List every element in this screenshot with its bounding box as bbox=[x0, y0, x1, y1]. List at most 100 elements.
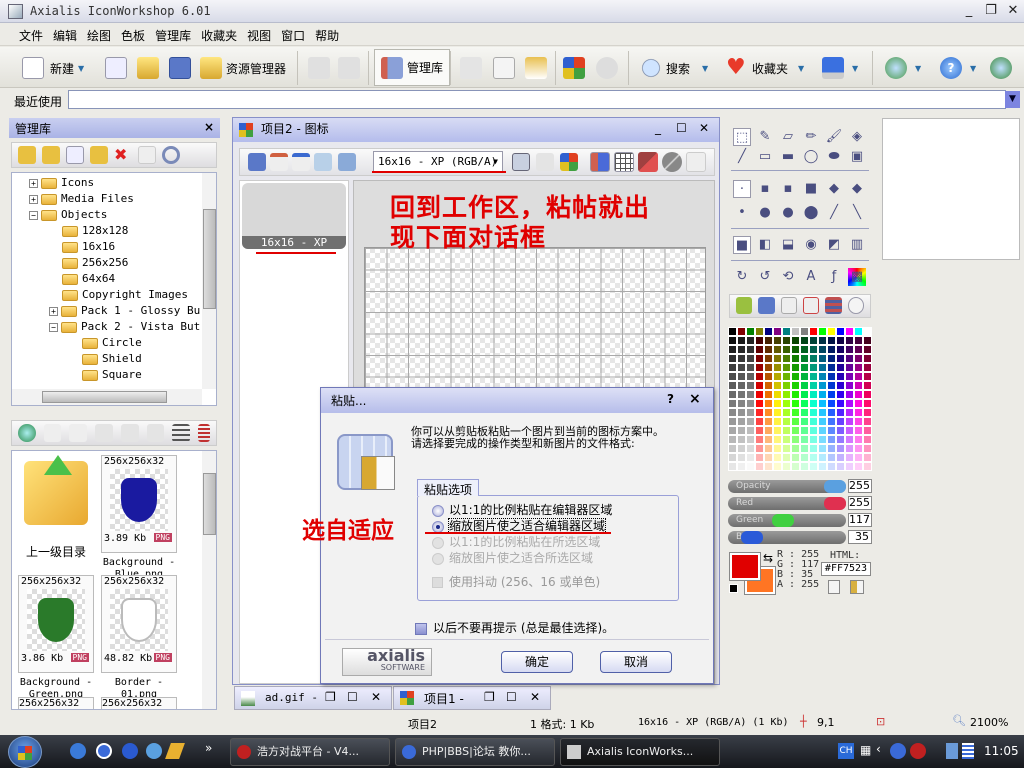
palette-swatch[interactable] bbox=[845, 354, 854, 363]
palette-swatch[interactable] bbox=[746, 345, 755, 354]
palette-swatch[interactable] bbox=[827, 390, 836, 399]
palette-swatch[interactable] bbox=[845, 363, 854, 372]
palette-swatch[interactable] bbox=[800, 462, 809, 471]
delete-palette-icon[interactable] bbox=[802, 297, 820, 314]
palette-swatch[interactable] bbox=[737, 327, 746, 336]
palette-swatch[interactable] bbox=[863, 354, 872, 363]
palette-swatch[interactable] bbox=[809, 381, 818, 390]
palette-swatch[interactable] bbox=[773, 426, 782, 435]
palette-swatch[interactable] bbox=[755, 345, 764, 354]
palette-swatch[interactable] bbox=[836, 408, 845, 417]
cut-button[interactable] bbox=[460, 55, 482, 81]
palette-swatch[interactable] bbox=[773, 444, 782, 453]
palette-swatch[interactable] bbox=[827, 354, 836, 363]
palette-swatch[interactable] bbox=[746, 327, 755, 336]
chevron-down-icon[interactable]: ▼ bbox=[915, 64, 921, 73]
palette-swatch[interactable] bbox=[863, 444, 872, 453]
minimized-doc-project1[interactable]: 项目1 - ❐ ☐ ✕ bbox=[393, 686, 551, 710]
palette-swatch[interactable] bbox=[746, 354, 755, 363]
palette-swatch[interactable] bbox=[863, 462, 872, 471]
palette-swatch[interactable] bbox=[809, 327, 818, 336]
palette-swatch[interactable] bbox=[755, 336, 764, 345]
delete-icon[interactable]: ✖ bbox=[114, 146, 132, 164]
pencil-icon[interactable]: ✏ bbox=[802, 128, 820, 146]
details-view-icon[interactable] bbox=[198, 424, 210, 442]
palette-swatch[interactable] bbox=[863, 435, 872, 444]
palette-swatch[interactable] bbox=[737, 381, 746, 390]
gradient-h-icon[interactable]: ◧ bbox=[756, 236, 774, 254]
brush-size-1-icon[interactable]: · bbox=[733, 180, 751, 198]
minimized-doc-ad[interactable]: ad.gif - ❐ ☐ ✕ bbox=[234, 686, 392, 710]
green-slider[interactable]: Green bbox=[728, 514, 846, 527]
palette-swatch[interactable] bbox=[782, 453, 791, 462]
palette-swatch[interactable] bbox=[764, 381, 773, 390]
keyboard-icon[interactable]: ▦ bbox=[860, 743, 871, 757]
palette-swatch[interactable] bbox=[764, 390, 773, 399]
transparency-icon[interactable] bbox=[662, 152, 682, 172]
palette-swatch[interactable] bbox=[854, 381, 863, 390]
palette-swatch[interactable] bbox=[800, 426, 809, 435]
palette-swatch[interactable] bbox=[827, 372, 836, 381]
browser-icon[interactable] bbox=[122, 743, 138, 759]
brush-size-4-icon[interactable]: ■ bbox=[802, 180, 820, 198]
recent-input[interactable] bbox=[68, 90, 1006, 109]
palette-swatch[interactable] bbox=[764, 426, 773, 435]
ie-icon[interactable] bbox=[70, 743, 86, 759]
blue-value[interactable]: 35 bbox=[848, 530, 872, 544]
palette-swatch[interactable] bbox=[746, 336, 755, 345]
palette-swatch[interactable] bbox=[809, 426, 818, 435]
palette-swatch[interactable] bbox=[827, 399, 836, 408]
palette-swatch[interactable] bbox=[845, 381, 854, 390]
palette-swatch[interactable] bbox=[728, 462, 737, 471]
palette-swatch[interactable] bbox=[728, 417, 737, 426]
gradient-diag-icon[interactable]: ◩ bbox=[825, 236, 843, 254]
palette-swatch[interactable] bbox=[773, 408, 782, 417]
red-value[interactable]: 255 bbox=[848, 496, 872, 510]
grid-icon[interactable] bbox=[614, 152, 634, 172]
tree-item[interactable]: + Pack 1 - Glossy Bu bbox=[12, 303, 202, 319]
maxthon-icon[interactable] bbox=[96, 743, 112, 759]
chevron-right-icon[interactable]: » bbox=[205, 741, 212, 755]
palette-swatch[interactable] bbox=[728, 354, 737, 363]
palette-swatch[interactable] bbox=[800, 336, 809, 345]
minimize-button[interactable]: _ bbox=[960, 3, 978, 19]
slider-handle[interactable] bbox=[824, 480, 846, 493]
tree-item[interactable]: Copyright Images bbox=[12, 287, 202, 303]
palette-swatch[interactable] bbox=[773, 435, 782, 444]
palette-swatch[interactable] bbox=[746, 444, 755, 453]
collapse-icon[interactable]: − bbox=[29, 210, 38, 220]
palette-swatch[interactable] bbox=[809, 354, 818, 363]
dont-ask-checkbox[interactable]: 以后不要再提示 (总是最佳选择)。 bbox=[415, 619, 614, 636]
palette-swatch[interactable] bbox=[827, 426, 836, 435]
tree-item[interactable]: − Objects bbox=[12, 207, 202, 223]
menu-favorites[interactable]: 收藏夹 bbox=[196, 24, 242, 47]
palette-swatch[interactable] bbox=[818, 345, 827, 354]
palette-swatch[interactable] bbox=[818, 453, 827, 462]
palette-swatch[interactable] bbox=[773, 354, 782, 363]
palette-swatch[interactable] bbox=[773, 390, 782, 399]
palette-swatch[interactable] bbox=[845, 453, 854, 462]
dither-checkbox[interactable]: 使用抖动 (256、16 或单色) bbox=[432, 573, 600, 590]
palette-swatch[interactable] bbox=[863, 417, 872, 426]
edit-icon[interactable] bbox=[120, 424, 139, 442]
palette-swatch[interactable] bbox=[809, 444, 818, 453]
palette-swatch[interactable] bbox=[809, 336, 818, 345]
copy-icon[interactable] bbox=[43, 424, 62, 442]
palette-swatch[interactable] bbox=[782, 345, 791, 354]
redo-button[interactable] bbox=[338, 55, 360, 81]
fill-icon[interactable]: ◈ bbox=[848, 128, 866, 146]
brush-round-2-icon[interactable]: ● bbox=[756, 204, 774, 222]
explorer-button[interactable]: 资源管理器 bbox=[200, 55, 286, 81]
palette-swatch[interactable] bbox=[854, 345, 863, 354]
filled-rect-icon[interactable]: ▬ bbox=[779, 148, 797, 166]
palette-swatch[interactable] bbox=[755, 408, 764, 417]
palette-swatch[interactable] bbox=[782, 336, 791, 345]
palette-swatch[interactable] bbox=[800, 444, 809, 453]
thumbnail-item[interactable]: 256x256x32 bbox=[18, 697, 94, 709]
palette-swatch[interactable] bbox=[854, 462, 863, 471]
palette-swatch[interactable] bbox=[809, 462, 818, 471]
rect-3d-icon[interactable]: ▣ bbox=[848, 148, 866, 166]
palette-swatch[interactable] bbox=[782, 399, 791, 408]
palette-swatch[interactable] bbox=[809, 372, 818, 381]
palette-swatch[interactable] bbox=[728, 444, 737, 453]
